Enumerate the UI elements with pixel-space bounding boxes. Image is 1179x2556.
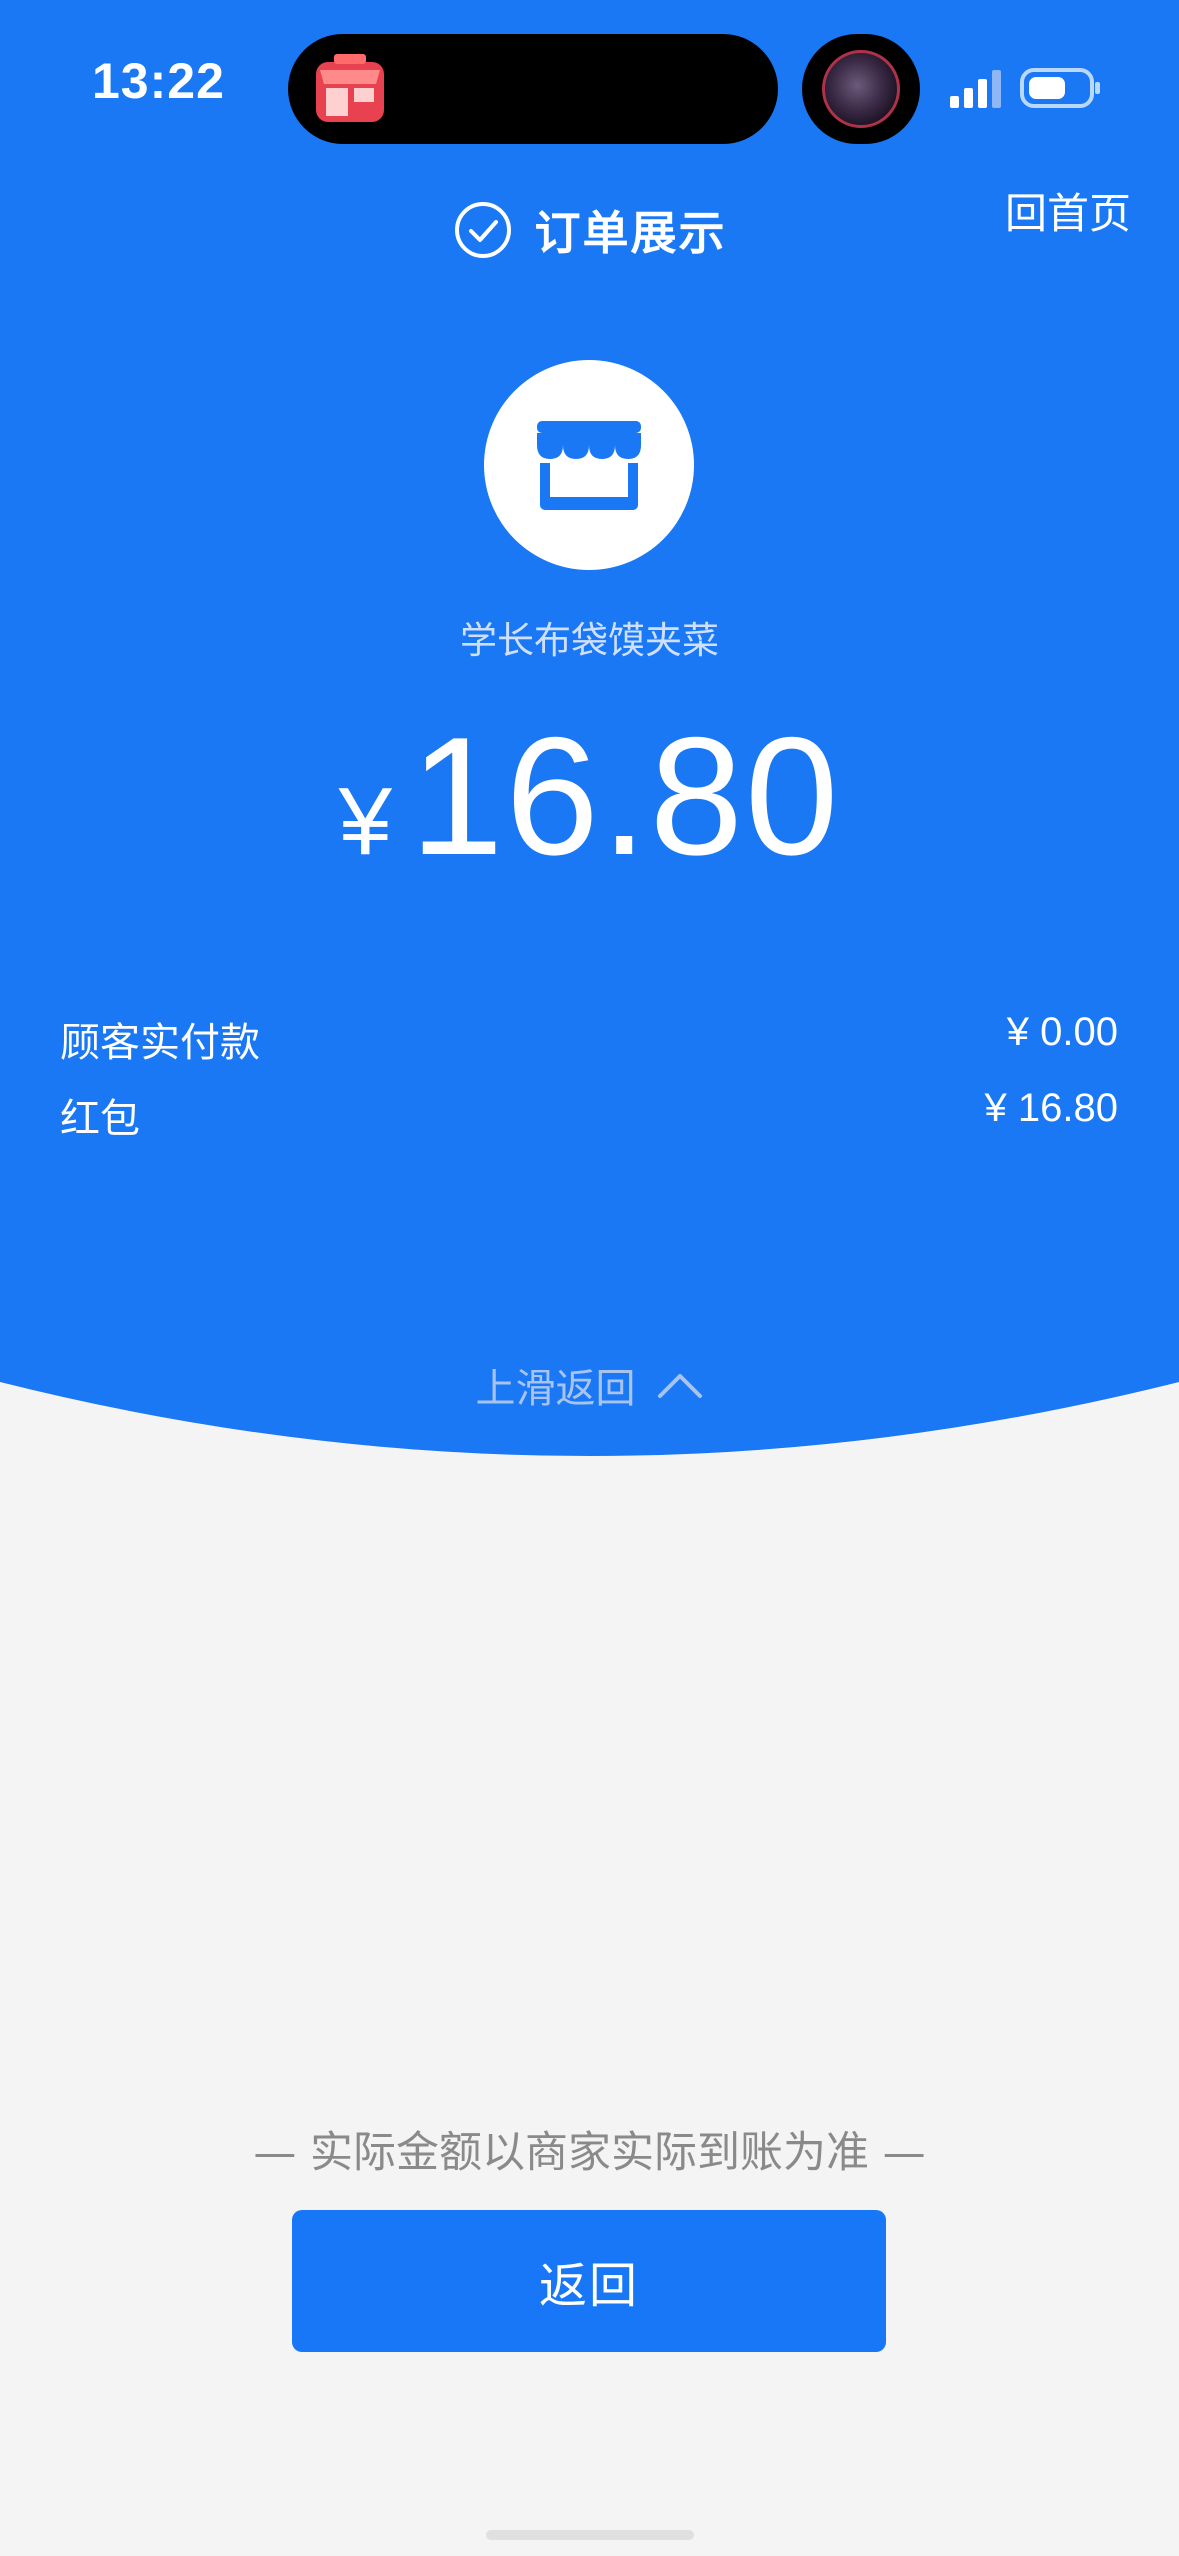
amount-value: 16.80 [409, 702, 841, 890]
return-button[interactable]: 返回 [292, 2210, 886, 2352]
page-header: 订单展示 [0, 190, 1179, 270]
detail-value: ¥ 16.80 [984, 1086, 1118, 1130]
chevron-up-icon [657, 1374, 702, 1398]
battery-icon [1020, 68, 1100, 108]
shop-avatar [484, 360, 694, 570]
swipe-hint-label: 上滑返回 [475, 1366, 636, 1412]
detail-label: 顾客实付款 [60, 1020, 260, 1066]
page-title: 订单展示 [534, 206, 727, 260]
check-circle-icon [454, 202, 511, 258]
detail-label: 红包 [60, 1096, 140, 1142]
shop-name: 学长布袋馍夹菜 [460, 619, 719, 662]
signal-icon [950, 70, 1001, 108]
camera-indicator [802, 34, 920, 144]
status-time: 13:22 [92, 53, 225, 109]
storefront-icon [537, 421, 641, 510]
home-link[interactable]: 回首页 [1005, 180, 1131, 241]
avatar [822, 50, 900, 128]
order-amount: ¥ 16.80 [0, 700, 1179, 893]
detail-row-paid: 顾客实付款 ¥ 0.00 [60, 1010, 1118, 1068]
dynamic-island [288, 34, 778, 144]
amount-disclaimer: — 实际金额以商家实际到账为准 — [253, 2128, 926, 2178]
swipe-up-hint[interactable]: 上滑返回 [0, 1356, 1179, 1414]
detail-row-redpacket: 红包 ¥ 16.80 [60, 1086, 1118, 1144]
order-header-panel: 13:22 订单展示 回首页 学长布袋馍夹菜 ¥ 16.80 顾客实付款 ¥ 0… [0, 0, 1179, 1460]
store-icon[interactable] [312, 52, 388, 126]
detail-value: ¥ 0.00 [1006, 1010, 1118, 1054]
currency-symbol: ¥ [338, 768, 392, 875]
home-indicator[interactable] [486, 2530, 694, 2540]
